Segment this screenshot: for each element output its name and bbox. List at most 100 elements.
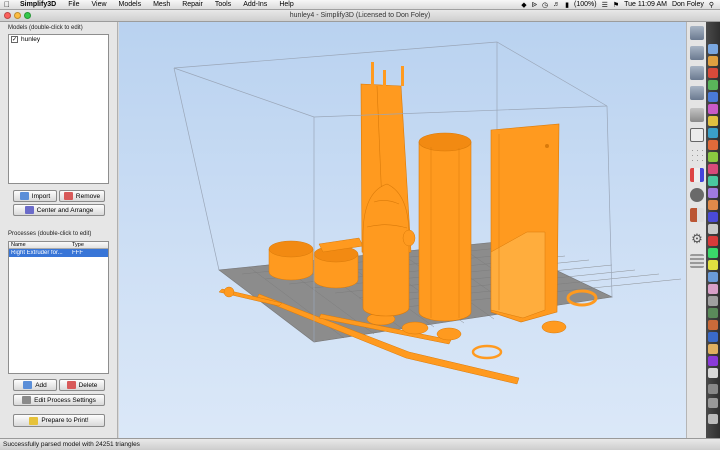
app-icon[interactable] — [708, 140, 718, 150]
app-icon[interactable] — [708, 308, 718, 318]
model-ring[interactable] — [471, 344, 503, 360]
model-checkbox[interactable]: ✓ — [11, 36, 18, 43]
view-top-icon[interactable] — [690, 46, 704, 60]
add-icon — [23, 381, 33, 389]
menu-user[interactable]: Don Foley — [672, 1, 704, 8]
app-icon[interactable] — [708, 356, 718, 366]
menu-tools[interactable]: Tools — [209, 1, 237, 8]
documents-icon[interactable] — [708, 398, 718, 408]
app-icon[interactable] — [708, 260, 718, 270]
center-arrange-button[interactable]: Center and Arrange — [13, 204, 105, 216]
model-ring[interactable] — [223, 286, 235, 298]
downloads-icon[interactable] — [708, 384, 718, 394]
model-pin — [401, 66, 404, 86]
window-title-bar: hunley4 - Simplify3D (Licensed to Don Fo… — [0, 10, 720, 22]
center-arrange-label: Center and Arrange — [36, 206, 94, 214]
models-label: Models (double-click to edit) — [8, 25, 83, 31]
app-icon[interactable] — [708, 248, 718, 258]
apple-icon[interactable]:  — [0, 0, 14, 9]
app-icon[interactable] — [708, 272, 718, 282]
menu-addins[interactable]: Add-Ins — [237, 1, 273, 8]
model-cylinder-large[interactable] — [418, 141, 472, 322]
add-process-button[interactable]: Add — [13, 379, 57, 391]
menu-help[interactable]: Help — [273, 1, 299, 8]
app-icon[interactable] — [708, 224, 718, 234]
layers-icon[interactable] — [690, 254, 704, 268]
edit-settings-icon — [22, 396, 32, 404]
model-disc[interactable] — [436, 327, 462, 341]
app-icon[interactable] — [708, 152, 718, 162]
list-item[interactable]: ✓ hunley — [9, 35, 108, 44]
minimize-window-icon[interactable] — [14, 12, 21, 19]
menu-repair[interactable]: Repair — [176, 1, 209, 8]
trash-icon[interactable] — [708, 414, 718, 424]
time-machine-icon[interactable]: ◷ — [542, 1, 548, 9]
view-side-icon[interactable] — [690, 86, 704, 100]
app-icon[interactable] — [708, 320, 718, 330]
menu-mesh[interactable]: Mesh — [147, 1, 176, 8]
wifi-icon[interactable]: ☰ — [602, 1, 608, 9]
flag-icon[interactable]: ⚑ — [613, 1, 619, 9]
menu-clock[interactable]: Tue 11:09 AM — [624, 1, 667, 8]
view-right-icon[interactable] — [690, 108, 704, 122]
processes-list[interactable]: Name Type Right Extruder for... FFF — [8, 241, 109, 374]
model-hole — [545, 144, 549, 148]
3d-viewport[interactable] — [119, 22, 686, 438]
app-icon[interactable] — [708, 188, 718, 198]
import-button[interactable]: Import — [13, 190, 57, 202]
app-icon[interactable] — [708, 236, 718, 246]
volume-icon[interactable]: ♬ — [553, 1, 560, 8]
edit-process-settings-button[interactable]: Edit Process Settings — [13, 394, 105, 406]
model-bump — [402, 229, 416, 247]
app-icon[interactable] — [708, 368, 718, 378]
spotlight-icon[interactable]: ⚲ — [709, 1, 714, 9]
view-iso-icon[interactable] — [690, 26, 704, 40]
app-icon[interactable] — [708, 104, 718, 114]
axis-icon[interactable] — [690, 168, 704, 182]
window-title: hunley4 - Simplify3D (Licensed to Don Fo… — [289, 12, 431, 19]
remove-button[interactable]: Remove — [59, 190, 105, 202]
model-nose-cone[interactable] — [362, 183, 410, 317]
app-icon[interactable] — [708, 128, 718, 138]
app-icon[interactable] — [708, 344, 718, 354]
model-hunley[interactable] — [218, 62, 598, 385]
menu-models[interactable]: Models — [113, 1, 148, 8]
delete-process-button[interactable]: Delete — [59, 379, 105, 391]
remove-label: Remove — [75, 192, 101, 200]
section-icon[interactable] — [690, 208, 704, 222]
models-list[interactable]: ✓ hunley — [8, 34, 109, 184]
menu-view[interactable]: View — [85, 1, 112, 8]
cube-outline-icon[interactable] — [690, 128, 704, 142]
col-type[interactable]: Type — [70, 242, 84, 248]
menu-app[interactable]: Simplify3D — [14, 1, 62, 8]
app-icon[interactable] — [708, 80, 718, 90]
view-front-icon[interactable] — [690, 66, 704, 80]
zoom-window-icon[interactable] — [24, 12, 31, 19]
app-icon[interactable] — [708, 116, 718, 126]
app-icon[interactable] — [708, 212, 718, 222]
col-name[interactable]: Name — [9, 242, 70, 248]
close-window-icon[interactable] — [4, 12, 11, 19]
table-row[interactable]: Right Extruder for... FFF — [9, 249, 108, 257]
model-disc[interactable] — [401, 321, 429, 335]
app-icon[interactable] — [708, 92, 718, 102]
app-icon[interactable] — [708, 68, 718, 78]
gear-icon[interactable]: ⚙ — [690, 232, 704, 246]
app-icon[interactable] — [708, 176, 718, 186]
app-icon[interactable] — [708, 284, 718, 294]
finder-icon[interactable] — [708, 44, 718, 54]
prepare-to-print-button[interactable]: Prepare to Print! — [13, 414, 105, 427]
app-icon[interactable] — [708, 332, 718, 342]
tool-icon[interactable] — [690, 188, 704, 202]
bluetooth-icon[interactable]: ᐉ — [532, 1, 537, 9]
app-icon[interactable] — [708, 296, 718, 306]
scene-svg[interactable] — [119, 22, 686, 438]
app-icon[interactable] — [708, 56, 718, 66]
app-icon[interactable] — [708, 200, 718, 210]
scatter-icon[interactable] — [690, 148, 704, 162]
menu-file[interactable]: File — [62, 1, 85, 8]
model-disc[interactable] — [541, 320, 567, 334]
app-icon[interactable] — [708, 164, 718, 174]
battery-icon[interactable]: ▮ — [565, 1, 569, 9]
dropbox-icon[interactable]: ◆ — [521, 1, 526, 9]
